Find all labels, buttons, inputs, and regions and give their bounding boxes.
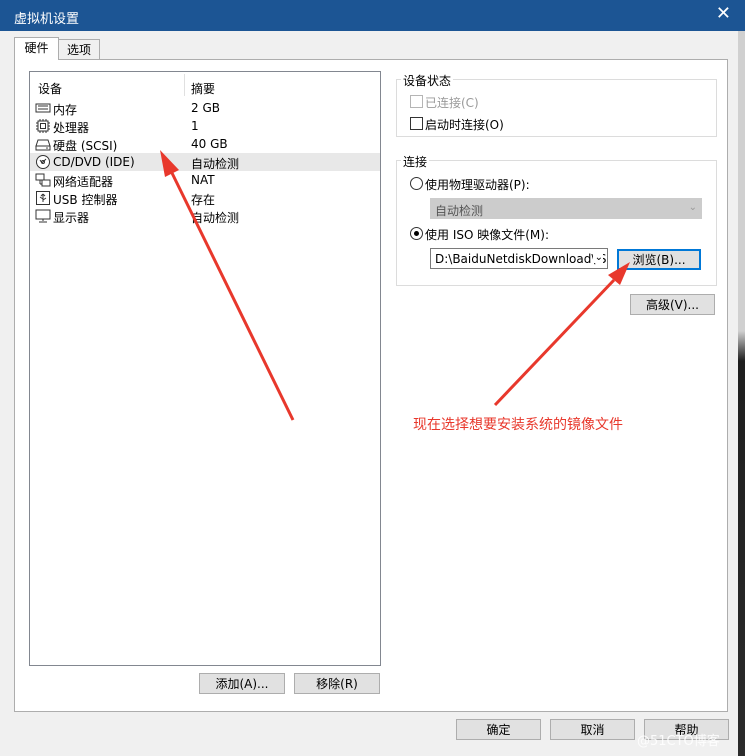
cancel-button[interactable]: 取消 [550,719,635,740]
watermark: @51CTO博客 [637,734,720,749]
tab-hardware[interactable]: 硬件 [14,37,59,60]
arrow-head-to-cd-dvd [160,150,179,177]
arrow-line-to-browse [493,278,616,407]
annotation-arrows [160,150,630,421]
ok-button[interactable]: 确定 [456,719,541,740]
arrow-line-to-cd-dvd [170,172,295,421]
annotation-text: 现在选择想要安装系统的镜像文件 [413,417,623,433]
